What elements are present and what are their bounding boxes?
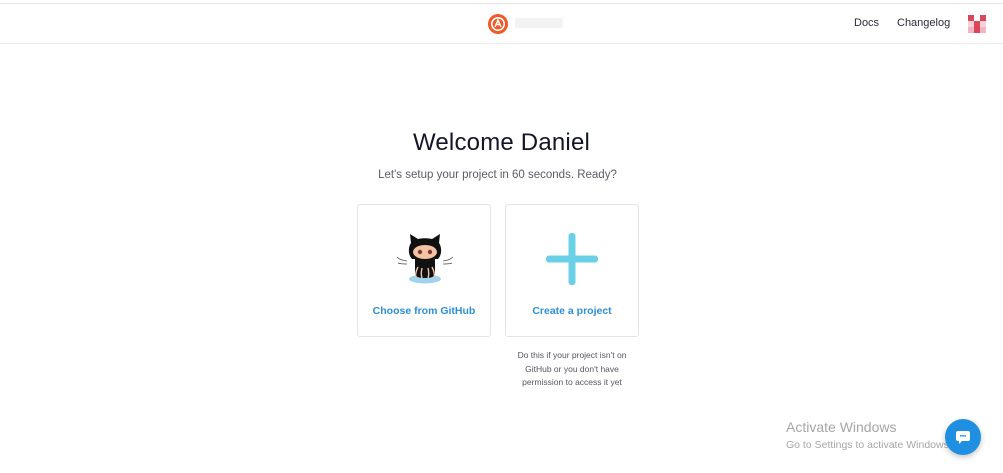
page-subtitle: Let's setup your project in 60 seconds. … (378, 169, 617, 181)
activate-windows-subtitle: Go to Settings to activate Windows. (786, 439, 948, 451)
activate-windows-title: Activate Windows (786, 419, 897, 435)
chat-bubble-icon (956, 431, 970, 444)
create-project-label: Create a project (532, 305, 612, 317)
page-title: Welcome Daniel (412, 129, 591, 156)
chat-support-button[interactable] (945, 419, 981, 455)
create-project-card[interactable]: Create a project (505, 204, 639, 337)
choose-github-card[interactable]: Choose from GitHub (357, 204, 491, 337)
choose-github-label: Choose from GitHub (372, 305, 476, 317)
plus-icon (546, 233, 598, 285)
rocket-logo-icon[interactable] (487, 13, 509, 35)
top-navbar: Docs Changelog (0, 4, 1003, 44)
octocat-icon (397, 234, 453, 284)
logo-wordmark (515, 18, 563, 28)
create-project-help: Do this if your project isn't on GitHub … (517, 350, 627, 387)
nav-changelog-link[interactable]: Changelog (897, 17, 950, 29)
user-avatar-icon[interactable] (968, 15, 986, 33)
page: Docs Changelog Welcome Daniel Let's setu… (0, 0, 1003, 473)
nav-docs-link[interactable]: Docs (854, 17, 879, 29)
